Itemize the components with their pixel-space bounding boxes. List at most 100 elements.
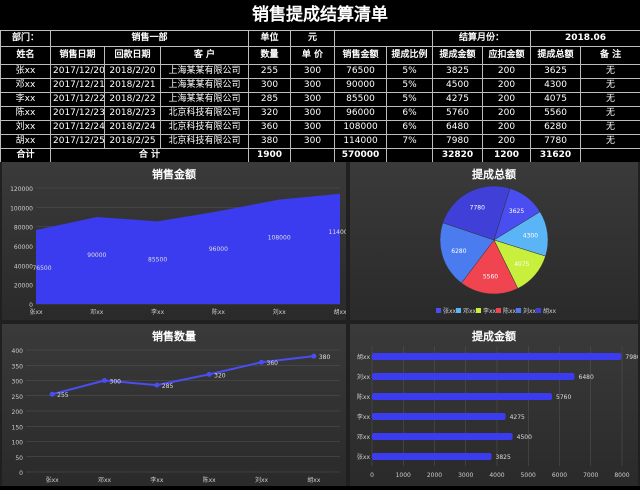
table-cell[interactable]: 无 (581, 107, 640, 121)
table-cell[interactable]: 300 (291, 79, 335, 93)
table-cell[interactable]: 北京科技有限公司 (161, 107, 249, 121)
sales-amount-chart[interactable]: 销售金额 02000040000600008000010000012000076… (2, 162, 346, 320)
table-cell[interactable]: 2017/12/21 (51, 79, 105, 93)
table-cell[interactable]: 300 (291, 121, 335, 135)
table-cell[interactable]: 无 (581, 79, 640, 93)
table-cell[interactable]: 邓xx (1, 79, 51, 93)
table-cell[interactable]: 2017/12/24 (51, 121, 105, 135)
table-cell[interactable]: 4075 (531, 93, 581, 107)
column-header[interactable]: 客 户 (161, 47, 249, 65)
table-cell[interactable]: 285 (249, 93, 291, 107)
table-cell[interactable]: 胡xx (1, 135, 51, 149)
table-cell[interactable]: 300 (291, 135, 335, 149)
column-header[interactable]: 姓名 (1, 47, 51, 65)
table-cell[interactable]: 无 (581, 121, 640, 135)
table-cell[interactable]: 200 (483, 79, 531, 93)
column-header[interactable]: 回款日期 (105, 47, 161, 65)
table-cell[interactable]: 300 (291, 65, 335, 79)
table-cell[interactable]: 255 (249, 65, 291, 79)
table-cell[interactable]: 320 (249, 107, 291, 121)
total-blank-price[interactable] (291, 149, 335, 163)
net-commission-chart[interactable]: 提成总额 362543004075556062807780张xx邓xx李xx陈x… (350, 162, 638, 320)
table-cell[interactable]: 北京科技有限公司 (161, 135, 249, 149)
table-cell[interactable]: 5% (387, 65, 433, 79)
table-cell[interactable]: 刘xx (1, 121, 51, 135)
table-cell[interactable]: 无 (581, 93, 640, 107)
table-cell[interactable]: 300 (291, 107, 335, 121)
table-cell[interactable]: 108000 (335, 121, 387, 135)
table-cell[interactable]: 北京科技有限公司 (161, 121, 249, 135)
column-header[interactable]: 提成总额 (531, 47, 581, 65)
table-cell[interactable]: 2017/12/20 (51, 65, 105, 79)
table-cell[interactable]: 300 (291, 93, 335, 107)
table-cell[interactable]: 上海某某有限公司 (161, 79, 249, 93)
table-cell[interactable]: 76500 (335, 65, 387, 79)
unit-value[interactable]: 元 (291, 31, 335, 47)
table-cell[interactable]: 4300 (531, 79, 581, 93)
table-cell[interactable]: 90000 (335, 79, 387, 93)
table-cell[interactable]: 5% (387, 93, 433, 107)
table-cell[interactable]: 200 (483, 107, 531, 121)
table-cell[interactable]: 380 (249, 135, 291, 149)
table-cell[interactable]: 300 (249, 79, 291, 93)
total-sales[interactable]: 570000 (335, 149, 387, 163)
table-cell[interactable]: 2018/2/24 (105, 121, 161, 135)
column-header[interactable]: 提成金额 (433, 47, 483, 65)
table-cell[interactable]: 6% (387, 107, 433, 121)
table-cell[interactable]: 2018/2/21 (105, 79, 161, 93)
table-cell[interactable]: 上海某某有限公司 (161, 93, 249, 107)
meta-blank[interactable] (335, 31, 433, 47)
table-cell[interactable]: 3825 (433, 65, 483, 79)
table-cell[interactable]: 张xx (1, 65, 51, 79)
column-header[interactable]: 提成比例 (387, 47, 433, 65)
month-value[interactable]: 2018.06 (531, 31, 640, 47)
table-cell[interactable]: 李xx (1, 93, 51, 107)
total-blank-note[interactable] (581, 149, 640, 163)
column-header[interactable]: 应扣金额 (483, 47, 531, 65)
total-qty[interactable]: 1900 (249, 149, 291, 163)
column-header[interactable]: 销售金额 (335, 47, 387, 65)
total-label[interactable]: 合计 (1, 149, 51, 163)
table-cell[interactable]: 96000 (335, 107, 387, 121)
total-blank-rate[interactable] (387, 149, 433, 163)
total-deduct[interactable]: 1200 (483, 149, 531, 163)
table-cell[interactable]: 3625 (531, 65, 581, 79)
column-header[interactable]: 销售日期 (51, 47, 105, 65)
table-cell[interactable]: 2018/2/25 (105, 135, 161, 149)
column-header[interactable]: 备 注 (581, 47, 640, 65)
total-commission[interactable]: 32820 (433, 149, 483, 163)
dept-value[interactable]: 销售一部 (51, 31, 249, 47)
table-cell[interactable]: 4500 (433, 79, 483, 93)
table-cell[interactable]: 7% (387, 135, 433, 149)
table-cell[interactable]: 7980 (433, 135, 483, 149)
table-cell[interactable]: 陈xx (1, 107, 51, 121)
table-cell[interactable]: 5560 (531, 107, 581, 121)
table-cell[interactable]: 6280 (531, 121, 581, 135)
total-net[interactable]: 31620 (531, 149, 581, 163)
table-cell[interactable]: 7780 (531, 135, 581, 149)
table-cell[interactable]: 上海某某有限公司 (161, 65, 249, 79)
table-cell[interactable]: 6480 (433, 121, 483, 135)
table-cell[interactable]: 5760 (433, 107, 483, 121)
table-cell[interactable]: 2017/12/22 (51, 93, 105, 107)
table-cell[interactable]: 200 (483, 121, 531, 135)
table-cell[interactable]: 6% (387, 121, 433, 135)
table-cell[interactable]: 无 (581, 135, 640, 149)
table-cell[interactable]: 4275 (433, 93, 483, 107)
table-cell[interactable]: 200 (483, 65, 531, 79)
table-cell[interactable]: 2018/2/23 (105, 107, 161, 121)
table-cell[interactable]: 2017/12/25 (51, 135, 105, 149)
table-cell[interactable]: 200 (483, 135, 531, 149)
table-cell[interactable]: 85500 (335, 93, 387, 107)
table-cell[interactable]: 360 (249, 121, 291, 135)
total-label-merged[interactable]: 合 计 (51, 149, 249, 163)
column-header[interactable]: 单 价 (291, 47, 335, 65)
table-cell[interactable]: 2017/12/23 (51, 107, 105, 121)
table-cell[interactable]: 200 (483, 93, 531, 107)
table-cell[interactable]: 2018/2/22 (105, 93, 161, 107)
commission-chart[interactable]: 提成金额 01000200030004000500060007000800079… (350, 324, 638, 486)
table-cell[interactable]: 114000 (335, 135, 387, 149)
table-cell[interactable]: 5% (387, 79, 433, 93)
sales-qty-chart[interactable]: 销售数量 05010015020025030035040025530028532… (2, 324, 346, 486)
table-cell[interactable]: 2018/2/20 (105, 65, 161, 79)
